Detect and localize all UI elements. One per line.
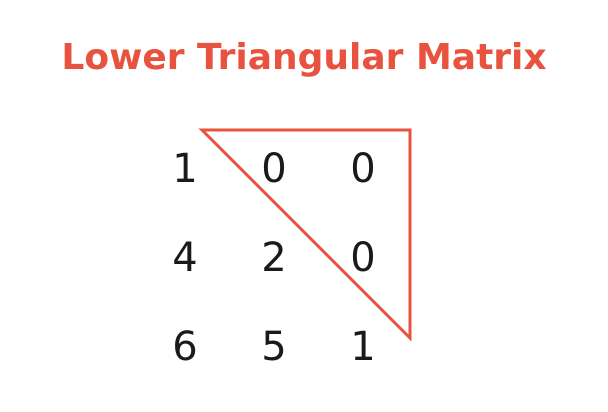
- matrix-cell-r3-c3: 1: [350, 324, 376, 370]
- matrix-cell-r2-c2: 2: [261, 235, 287, 281]
- matrix-cell-r1-c2: 0: [261, 146, 287, 192]
- matrix-cell-r1-c1: 1: [172, 146, 198, 192]
- upper-triangle-outline: [198, 128, 412, 342]
- matrix-cell-r2-c1: 4: [172, 235, 198, 281]
- matrix-cell-r3-c1: 6: [172, 324, 198, 370]
- matrix-cell-r3-c2: 5: [261, 324, 287, 370]
- matrix-cell-r1-c3: 0: [350, 146, 376, 192]
- matrix-cell-r2-c3: 0: [350, 235, 376, 281]
